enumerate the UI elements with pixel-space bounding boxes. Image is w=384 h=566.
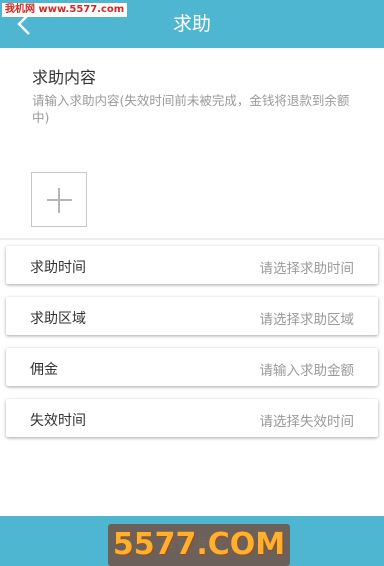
expiry-time-label: 失效时间 <box>30 413 86 429</box>
expiry-time-value[interactable]: 请选择失效时间 <box>260 410 355 430</box>
help-area-value[interactable]: 请选择求助区域 <box>260 308 355 328</box>
help-time-value[interactable]: 请选择求助时间 <box>260 257 355 277</box>
help-area-label: 求助区域 <box>30 311 86 327</box>
expiry-time-row[interactable]: 失效时间 请选择失效时间 <box>6 399 378 437</box>
help-area-row[interactable]: 求助区域 请选择求助区域 <box>6 297 378 335</box>
commission-row[interactable]: 佣金 请输入求助金额 <box>6 348 378 386</box>
plus-icon <box>58 188 60 213</box>
watermark-logo: 5577.COM <box>112 527 286 562</box>
commission-input[interactable]: 请输入求助金额 <box>260 359 355 379</box>
help-time-row[interactable]: 求助时间 请选择求助时间 <box>6 246 378 284</box>
watermark-top: 我机网 www.5577.com <box>2 3 128 17</box>
divider <box>0 238 384 240</box>
help-time-label: 求助时间 <box>30 260 86 276</box>
help-content-title: 求助内容 <box>32 68 97 87</box>
add-image-button[interactable] <box>31 172 87 227</box>
commission-label: 佣金 <box>30 362 58 378</box>
help-content-input[interactable]: 请输入求助内容(失效时间前未被完成，金钱将退款到余额中) <box>32 92 352 126</box>
